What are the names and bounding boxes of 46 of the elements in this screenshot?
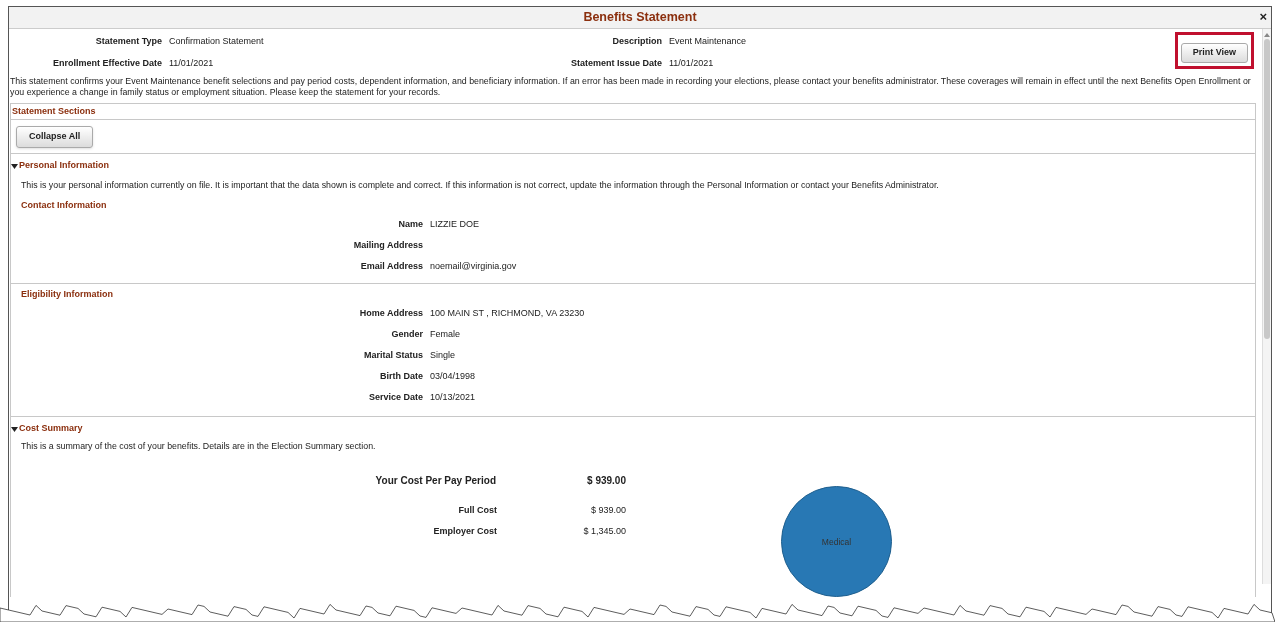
field-label: Enrollment Effective Date bbox=[51, 56, 163, 70]
print-view-button[interactable]: Print View bbox=[1180, 42, 1248, 63]
section-toggle[interactable]: Personal Information bbox=[11, 159, 109, 173]
field-label: Statement Issue Date bbox=[569, 56, 663, 70]
field-label: Marital Status bbox=[363, 348, 423, 362]
field-label: Gender bbox=[390, 327, 423, 341]
section-title: Statement Sections bbox=[12, 104, 96, 118]
cost-label: Employer Cost bbox=[432, 525, 497, 539]
cost-value: $ 939.00 bbox=[589, 504, 626, 518]
caret-down-icon bbox=[11, 163, 18, 169]
collapse-all-button[interactable]: Collapse All bbox=[16, 125, 94, 148]
field-label: Mailing Address bbox=[352, 238, 423, 252]
section-toggle[interactable]: Cost Summary bbox=[11, 422, 83, 436]
section-description: This is your personal information currently on file. It is important that the data shown is complete and correct. If this information is not correct, update the information through the Personal Information or contact your Benefits Administrator. bbox=[20, 179, 940, 192]
close-button[interactable]: × bbox=[1259, 10, 1267, 23]
window-title: Benefits Statement bbox=[583, 9, 697, 27]
caret-down-icon bbox=[11, 426, 18, 432]
field-value: Single bbox=[430, 348, 457, 362]
field-value: 100 MAIN ST , RICHMOND, VA 23230 bbox=[430, 306, 586, 320]
field-value: LIZZIE DOE bbox=[430, 217, 480, 231]
total-value: $ 939.00 bbox=[586, 473, 626, 488]
cost-label: Full Cost bbox=[457, 504, 497, 518]
field-label: Service Date bbox=[367, 390, 423, 404]
field-label: Description bbox=[611, 35, 663, 48]
slice-label: Medical bbox=[821, 535, 852, 549]
section-description: This is a summary of the cost of your benefits. Details are in the Election Summary section. bbox=[20, 440, 377, 454]
field-value: 03/04/1998 bbox=[430, 369, 477, 383]
field-label: Email Address bbox=[359, 259, 423, 273]
field-value: noemail@virginia.gov bbox=[430, 259, 518, 273]
field-value: 10/13/2021 bbox=[430, 390, 477, 404]
field-value: 11/01/2021 bbox=[169, 56, 215, 70]
field-value: Event Maintenance bbox=[669, 35, 748, 48]
scroll-up-icon[interactable] bbox=[1264, 33, 1270, 37]
field-label: Birth Date bbox=[379, 369, 423, 383]
field-label: Name bbox=[397, 217, 423, 231]
field-value: 11/01/2021 bbox=[669, 56, 715, 70]
cost-value: $ 1,345.00 bbox=[582, 525, 626, 539]
scrollbar[interactable] bbox=[1262, 29, 1271, 584]
intro-paragraph: This statement confirms your Event Maintenance benefit selections and pay period costs, dependent information, and beneficiary information. If an error has been made in recording your elections, please contact your benefits administrator. These coverages will remain in effect until the next Benefits Open Enrollment or you experience a change in family status or employment situation. Please keep the statement for your records. bbox=[9, 76, 1252, 97]
group-title: Eligibility Information bbox=[20, 288, 114, 302]
field-value: Female bbox=[430, 327, 461, 341]
field-label: Home Address bbox=[358, 306, 423, 320]
total-label: Your Cost Per Pay Period bbox=[374, 473, 496, 488]
field-value: Confirmation Statement bbox=[169, 35, 265, 48]
field-label: Statement Type bbox=[94, 35, 163, 48]
group-title: Contact Information bbox=[20, 199, 108, 213]
